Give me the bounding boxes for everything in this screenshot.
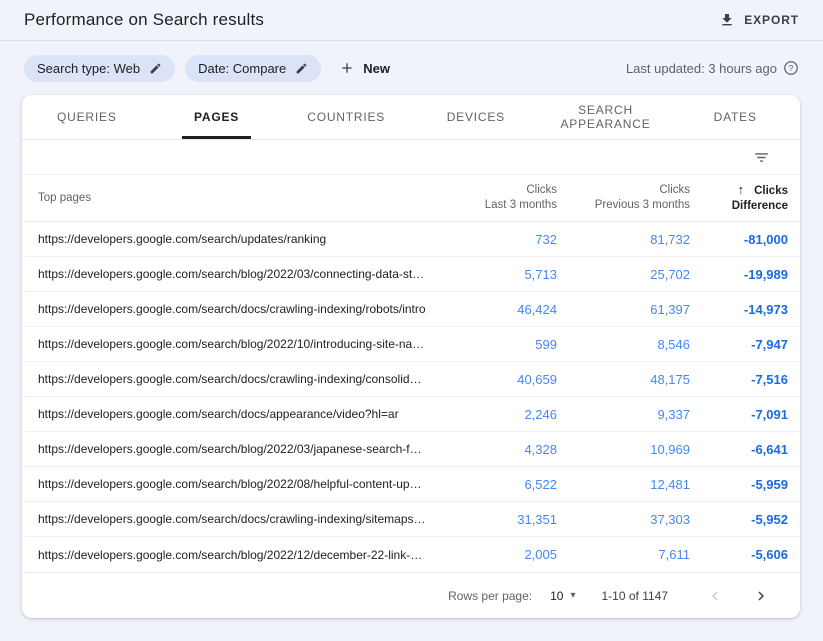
page-url: https://developers.google.com/search/blo… [22, 477, 427, 491]
clicks-previous-value: 7,611 [557, 547, 690, 562]
dropdown-caret-icon: ▾ [570, 590, 575, 601]
new-filter-button[interactable]: New [339, 60, 390, 76]
table-row[interactable]: https://developers.google.com/search/blo… [22, 327, 800, 362]
filter-list-icon[interactable] [753, 149, 770, 166]
table-row[interactable]: https://developers.google.com/search/upd… [22, 222, 800, 257]
sort-ascending-icon: ↑ [738, 182, 745, 197]
clicks-previous-value: 12,481 [557, 477, 690, 492]
clicks-difference-value: -5,959 [690, 477, 788, 492]
clicks-difference-value: -81,000 [690, 232, 788, 247]
page-url: https://developers.google.com/search/doc… [22, 372, 427, 386]
table-row[interactable]: https://developers.google.com/search/doc… [22, 502, 800, 537]
clicks-previous-value: 8,546 [557, 337, 690, 352]
clicks-last-value: 732 [427, 232, 557, 247]
rows-per-page-value: 10 [550, 589, 563, 603]
page-url: https://developers.google.com/search/upd… [22, 232, 427, 246]
clicks-difference-value: -5,952 [690, 512, 788, 527]
plus-icon [339, 60, 355, 76]
pagination-range: 1-10 of 1147 [602, 589, 669, 603]
performance-table-card: QUERIES PAGES COUNTRIES DEVICES SEARCH A… [22, 95, 800, 618]
clicks-previous-value: 9,337 [557, 407, 690, 422]
clicks-last-value: 4,328 [427, 442, 557, 457]
clicks-last-value: 2,246 [427, 407, 557, 422]
download-icon [719, 12, 735, 28]
clicks-previous-value: 48,175 [557, 372, 690, 387]
export-button[interactable]: EXPORT [719, 12, 799, 28]
column-header-clicks-difference[interactable]: ↑Clicks Difference [690, 182, 788, 214]
clicks-difference-value: -7,947 [690, 337, 788, 352]
clicks-difference-value: -7,516 [690, 372, 788, 387]
table-row[interactable]: https://developers.google.com/search/blo… [22, 537, 800, 572]
last-updated-status: Last updated: 3 hours ago ? [626, 60, 799, 76]
next-page-button[interactable] [752, 587, 770, 605]
clicks-last-value: 31,351 [427, 512, 557, 527]
rows-per-page-select[interactable]: 10 ▾ [550, 589, 575, 603]
page-url: https://developers.google.com/search/doc… [22, 407, 427, 421]
tab-pages[interactable]: PAGES [152, 95, 282, 139]
dimension-tabs: QUERIES PAGES COUNTRIES DEVICES SEARCH A… [22, 95, 800, 140]
clicks-last-value: 2,005 [427, 547, 557, 562]
export-label: EXPORT [744, 13, 799, 27]
clicks-previous-value: 25,702 [557, 267, 690, 282]
help-icon[interactable]: ? [783, 60, 799, 76]
tab-devices[interactable]: DEVICES [411, 95, 541, 139]
page-url: https://developers.google.com/search/doc… [22, 302, 427, 316]
column-header-clicks-previous[interactable]: Clicks Previous 3 months [557, 183, 690, 213]
page-url: https://developers.google.com/search/blo… [22, 337, 427, 351]
page-url: https://developers.google.com/search/blo… [22, 267, 427, 281]
top-bar: Performance on Search results EXPORT [0, 0, 823, 41]
search-type-chip[interactable]: Search type: Web [24, 55, 175, 82]
clicks-difference-value: -6,641 [690, 442, 788, 457]
table-toolbar [22, 140, 800, 175]
edit-pencil-icon [295, 62, 308, 75]
tab-queries[interactable]: QUERIES [22, 95, 152, 139]
table-header-row: Top pages Clicks Last 3 months Clicks Pr… [22, 175, 800, 222]
page-url: https://developers.google.com/search/doc… [22, 512, 427, 526]
table-row[interactable]: https://developers.google.com/search/blo… [22, 257, 800, 292]
table-row[interactable]: https://developers.google.com/search/blo… [22, 467, 800, 502]
tab-search-appearance[interactable]: SEARCH APPEARANCE [541, 95, 671, 139]
column-header-top-pages[interactable]: Top pages [22, 192, 427, 204]
column-header-clicks-last[interactable]: Clicks Last 3 months [427, 183, 557, 213]
clicks-difference-value: -19,989 [690, 267, 788, 282]
clicks-last-value: 40,659 [427, 372, 557, 387]
table-row[interactable]: https://developers.google.com/search/doc… [22, 397, 800, 432]
page-url: https://developers.google.com/search/blo… [22, 442, 427, 456]
table-row[interactable]: https://developers.google.com/search/blo… [22, 432, 800, 467]
svg-text:?: ? [789, 63, 794, 73]
clicks-previous-value: 10,969 [557, 442, 690, 457]
edit-pencil-icon [149, 62, 162, 75]
clicks-difference-value: -7,091 [690, 407, 788, 422]
search-type-chip-label: Search type: Web [37, 61, 140, 76]
table-row[interactable]: https://developers.google.com/search/doc… [22, 292, 800, 327]
tab-countries[interactable]: COUNTRIES [281, 95, 411, 139]
table-pagination: Rows per page: 10 ▾ 1-10 of 1147 [22, 572, 800, 618]
filter-bar: Search type: Web Date: Compare New Last … [0, 41, 823, 95]
date-compare-chip[interactable]: Date: Compare [185, 55, 321, 82]
clicks-last-value: 5,713 [427, 267, 557, 282]
table-row[interactable]: https://developers.google.com/search/doc… [22, 362, 800, 397]
table-body: https://developers.google.com/search/upd… [22, 222, 800, 572]
date-compare-chip-label: Date: Compare [198, 61, 286, 76]
previous-page-button[interactable] [706, 587, 724, 605]
page-url: https://developers.google.com/search/blo… [22, 548, 427, 562]
clicks-last-value: 46,424 [427, 302, 557, 317]
clicks-previous-value: 61,397 [557, 302, 690, 317]
clicks-last-value: 6,522 [427, 477, 557, 492]
rows-per-page-label: Rows per page: [448, 589, 532, 603]
clicks-difference-value: -5,606 [690, 547, 788, 562]
last-updated-text: Last updated: 3 hours ago [626, 61, 777, 76]
clicks-previous-value: 81,732 [557, 232, 690, 247]
clicks-previous-value: 37,303 [557, 512, 690, 527]
clicks-difference-value: -14,973 [690, 302, 788, 317]
new-filter-label: New [363, 61, 390, 76]
clicks-last-value: 599 [427, 337, 557, 352]
page-title: Performance on Search results [24, 10, 264, 30]
tab-dates[interactable]: DATES [670, 95, 800, 139]
